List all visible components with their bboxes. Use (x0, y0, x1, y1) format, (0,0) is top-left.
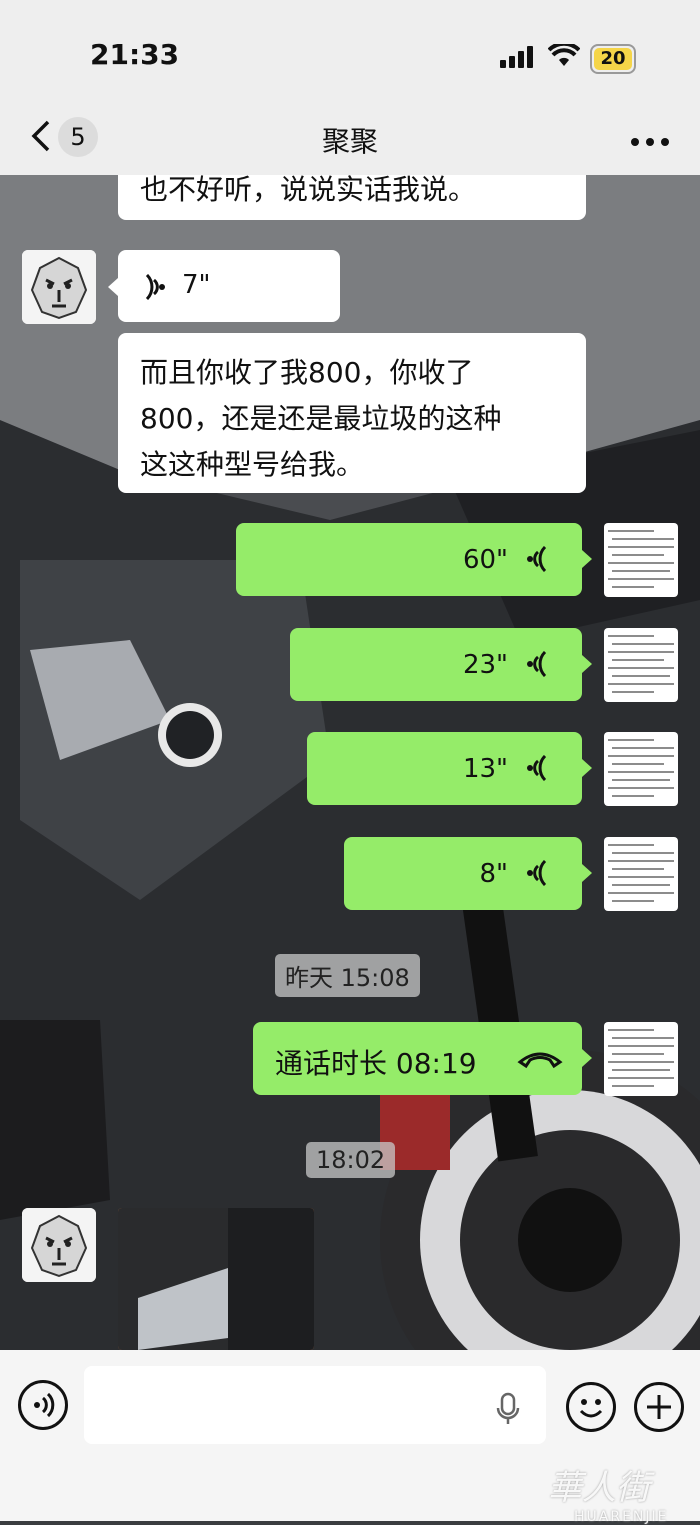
voice-duration: 13" (462, 754, 508, 784)
voice-wave-icon (526, 859, 550, 890)
bubble-tail (582, 1049, 592, 1067)
more-icon[interactable] (630, 132, 670, 151)
voice-wave-icon (526, 650, 550, 681)
message-text-line: 800，还是还是最垃圾的这种 (140, 402, 502, 435)
voice-wave-icon (142, 273, 166, 304)
voice-message-bubble[interactable]: 7" (118, 250, 340, 322)
bubble-tail (582, 550, 592, 568)
voice-duration: 8" (479, 859, 508, 889)
bubble-tail (582, 864, 592, 882)
voice-wave-icon (526, 754, 550, 785)
status-time-overlay: 21:33 (90, 38, 180, 71)
own-avatar[interactable] (604, 1022, 678, 1096)
watermark: 華人街 HUARENJIE (548, 1460, 669, 1525)
emoji-icon[interactable] (566, 1382, 616, 1432)
bubble-tail (108, 278, 118, 296)
watermark-text: HUARENJIE (574, 1509, 669, 1525)
timestamp: 18:02 (306, 1142, 396, 1178)
voice-message-bubble[interactable]: 13" (307, 732, 582, 805)
wifi-icon (547, 41, 581, 72)
chat-title: 聚聚 (321, 125, 378, 158)
voice-message-bubble[interactable]: 60" (236, 523, 582, 596)
phone-icon (516, 1046, 564, 1074)
voice-wave-icon (526, 545, 550, 576)
watermark-logo: 華人街 (548, 1468, 650, 1508)
voice-message-bubble[interactable]: 8" (344, 837, 582, 910)
contact-avatar[interactable] (22, 1208, 96, 1282)
contact-avatar[interactable] (22, 250, 96, 324)
timestamp: 昨天 15:08 (275, 954, 420, 997)
text-message-bubble[interactable]: 而且你收了我800，你收了 800，还是还是最垃圾的这种 这这种型号给我。 (118, 333, 586, 493)
own-avatar[interactable] (604, 837, 678, 911)
battery-level: 20 (600, 48, 626, 69)
battery-icon: 20 (590, 44, 636, 74)
voice-input-icon[interactable] (18, 1380, 68, 1430)
plus-icon[interactable] (634, 1382, 684, 1432)
message-input[interactable] (84, 1366, 546, 1444)
voice-message-bubble[interactable]: 23" (290, 628, 582, 701)
call-record-bubble[interactable]: 通话时长 08:19 (253, 1022, 582, 1095)
message-text-line: 而且你收了我800，你收了 (140, 356, 474, 389)
own-avatar[interactable] (604, 732, 678, 806)
voice-duration: 7" (182, 270, 211, 300)
own-avatar[interactable] (604, 628, 678, 702)
image-message[interactable] (118, 1208, 314, 1350)
message-text-line: 这这种型号给我。 (140, 448, 365, 481)
voice-duration: 23" (462, 650, 508, 680)
voice-duration: 60" (462, 545, 508, 575)
bubble-tail (582, 759, 592, 777)
signal-icon (500, 46, 536, 72)
call-duration-text: 通话时长 08:19 (275, 1047, 477, 1080)
mic-icon[interactable] (496, 1392, 520, 1430)
own-avatar[interactable] (604, 523, 678, 597)
bubble-tail (582, 655, 592, 673)
